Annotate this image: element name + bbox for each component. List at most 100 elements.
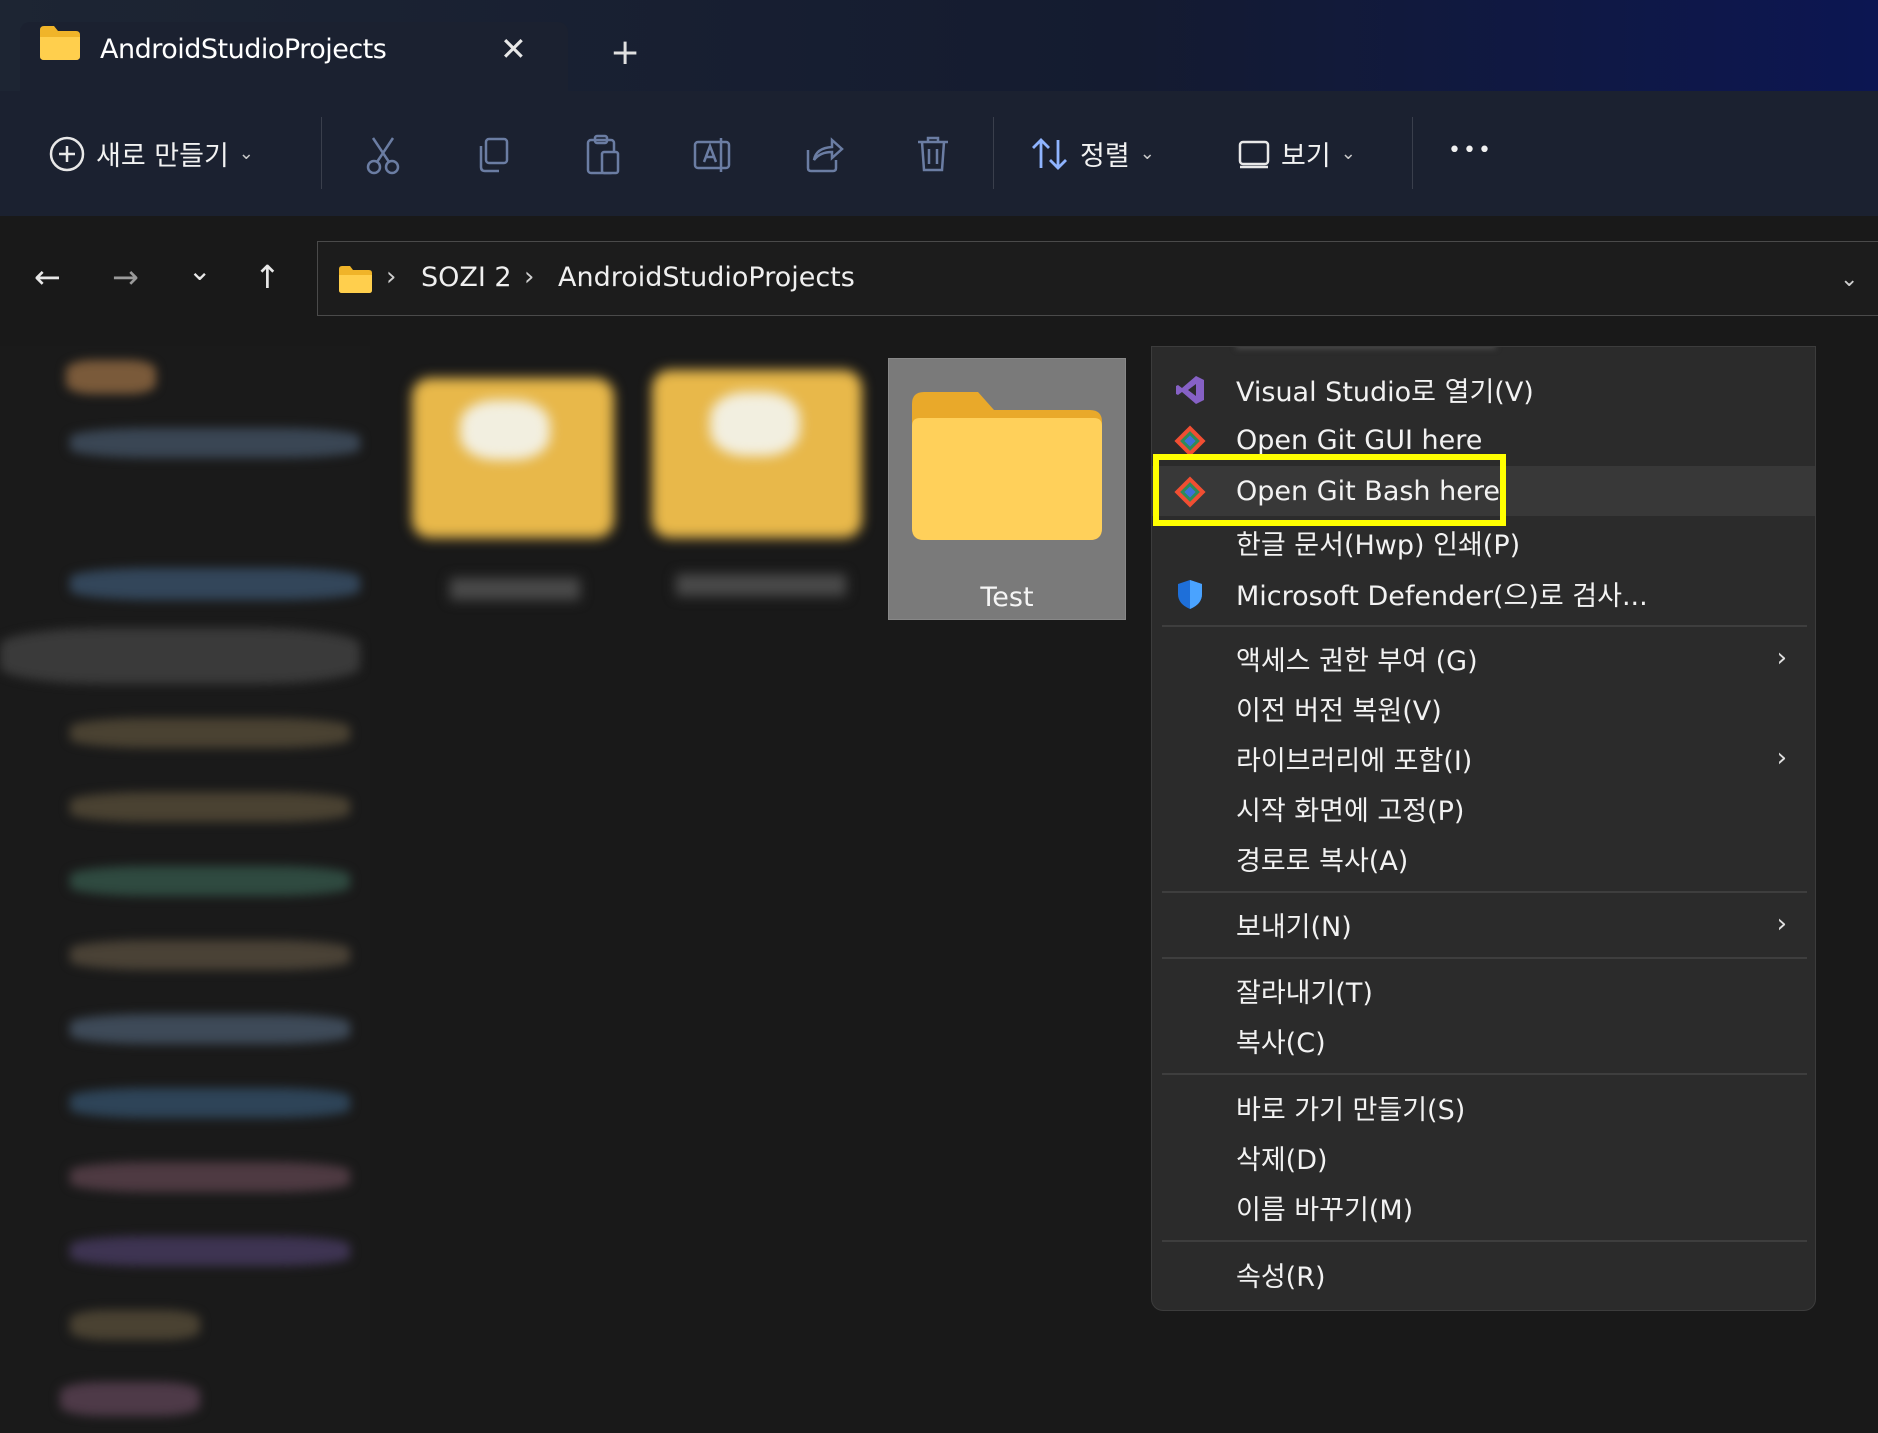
sidebar-item[interactable] bbox=[66, 360, 156, 394]
git-icon bbox=[1174, 425, 1206, 457]
rename-icon[interactable] bbox=[692, 134, 734, 176]
menu-item-include-library[interactable]: 라이브러리에 포함(I) › bbox=[1152, 733, 1815, 783]
sidebar-item[interactable] bbox=[70, 1162, 350, 1192]
share-icon[interactable] bbox=[802, 134, 844, 174]
menu-item-copy[interactable]: 복사(C) bbox=[1152, 1015, 1815, 1065]
menu-item-give-access[interactable]: 액세스 권한 부여 (G) › bbox=[1152, 633, 1815, 683]
menu-separator bbox=[1162, 1073, 1807, 1075]
menu-item-open-git-gui[interactable]: Open Git GUI here bbox=[1152, 415, 1815, 465]
folder-label-obscured bbox=[450, 578, 580, 600]
menu-item-label: 액세스 권한 부여 (G) bbox=[1236, 645, 1478, 677]
breadcrumb-android-studio-projects[interactable]: AndroidStudioProjects bbox=[558, 262, 855, 293]
paste-icon[interactable] bbox=[584, 134, 622, 176]
menu-item-hwp-print[interactable]: 한글 문서(Hwp) 인쇄(P) bbox=[1152, 517, 1815, 567]
menu-item-properties[interactable]: 속성(R) bbox=[1152, 1249, 1815, 1299]
plus-circle-icon bbox=[49, 136, 85, 171]
more-options-icon[interactable]: ••• bbox=[1448, 138, 1493, 163]
menu-item-open-git-bash[interactable]: Open Git Bash here bbox=[1152, 466, 1815, 516]
submenu-chevron-icon: › bbox=[1776, 743, 1787, 773]
menu-item-copy-path[interactable]: 경로로 복사(A) bbox=[1152, 833, 1815, 883]
up-icon[interactable]: ↑ bbox=[254, 258, 281, 296]
delete-icon[interactable] bbox=[914, 134, 952, 174]
chevron-down-icon: ⌄ bbox=[238, 143, 254, 164]
folder-icon bbox=[339, 266, 372, 293]
sidebar-item[interactable] bbox=[70, 866, 350, 896]
toolbar-divider bbox=[993, 117, 994, 189]
sidebar-item[interactable] bbox=[70, 1014, 350, 1044]
menu-item-label: 이름 바꾸기(M) bbox=[1236, 1194, 1414, 1226]
toolbar-divider bbox=[1412, 117, 1413, 189]
menu-item-open-visual-studio[interactable]: Visual Studio로 열기(V) bbox=[1152, 364, 1815, 414]
breadcrumb-sozi2[interactable]: SOZI 2 bbox=[421, 262, 512, 293]
forward-icon[interactable]: → bbox=[112, 258, 139, 296]
defender-shield-icon bbox=[1178, 580, 1202, 609]
folder-item-preview bbox=[710, 392, 800, 456]
sort-label: 정렬 bbox=[1080, 141, 1130, 172]
chevron-down-icon: ⌄ bbox=[1139, 143, 1155, 164]
menu-item-label: 이전 버전 복원(V) bbox=[1236, 695, 1442, 727]
menu-item-rename[interactable]: 이름 바꾸기(M) bbox=[1152, 1182, 1815, 1232]
menu-item-create-shortcut[interactable]: 바로 가기 만들기(S) bbox=[1152, 1082, 1815, 1132]
menu-item-label: Microsoft Defender(으)로 검사... bbox=[1236, 580, 1648, 612]
menu-item-label: 보내기(N) bbox=[1236, 911, 1352, 943]
address-bar[interactable] bbox=[317, 241, 1878, 316]
sidebar-item[interactable] bbox=[70, 718, 350, 748]
menu-item-label: 잘라내기(T) bbox=[1236, 977, 1373, 1009]
git-icon bbox=[1174, 476, 1206, 508]
folder-icon bbox=[40, 26, 80, 60]
view-icon bbox=[1238, 140, 1270, 168]
close-tab-icon[interactable]: ✕ bbox=[500, 30, 527, 68]
folder-item-preview bbox=[460, 400, 550, 460]
view-button[interactable]: 보기 ⌄ bbox=[1237, 134, 1356, 173]
sort-button[interactable]: 정렬 ⌄ bbox=[1030, 134, 1155, 173]
sidebar-item[interactable] bbox=[0, 628, 360, 684]
toolbar-divider bbox=[321, 117, 322, 189]
sort-icon bbox=[1032, 137, 1067, 170]
menu-item-label: 한글 문서(Hwp) 인쇄(P) bbox=[1236, 529, 1521, 561]
sidebar-item[interactable] bbox=[70, 1236, 350, 1266]
menu-item-cutoff bbox=[1236, 347, 1496, 349]
menu-item-label: Open Git Bash here bbox=[1236, 475, 1500, 507]
new-button[interactable]: 새로 만들기 ⌄ bbox=[48, 134, 254, 173]
menu-item-label: 바로 가기 만들기(S) bbox=[1236, 1094, 1466, 1126]
visual-studio-icon bbox=[1176, 376, 1204, 404]
back-icon[interactable]: ← bbox=[34, 258, 61, 296]
navigation-pane-items bbox=[0, 346, 370, 1433]
folder-label-test: Test bbox=[980, 582, 1034, 613]
menu-item-pin-start[interactable]: 시작 화면에 고정(P) bbox=[1152, 783, 1815, 833]
context-menu: Visual Studio로 열기(V) Open Git GUI here O… bbox=[1151, 346, 1816, 1311]
breadcrumb-separator: › bbox=[524, 262, 535, 292]
copy-icon[interactable] bbox=[475, 136, 511, 174]
recent-locations-icon[interactable]: ⌄ bbox=[188, 254, 211, 287]
sidebar-item[interactable] bbox=[70, 940, 350, 970]
cut-icon[interactable] bbox=[363, 134, 403, 176]
menu-item-send-to[interactable]: 보내기(N) › bbox=[1152, 899, 1815, 949]
sidebar-item[interactable] bbox=[70, 1310, 200, 1340]
folder-label-obscured bbox=[676, 574, 846, 596]
new-label: 새로 만들기 bbox=[96, 141, 229, 172]
menu-separator bbox=[1162, 1240, 1807, 1242]
menu-item-label: 시작 화면에 고정(P) bbox=[1236, 795, 1465, 827]
menu-item-delete[interactable]: 삭제(D) bbox=[1152, 1132, 1815, 1182]
chevron-down-icon: ⌄ bbox=[1340, 143, 1356, 164]
address-dropdown-icon[interactable]: ⌄ bbox=[1840, 267, 1878, 292]
sidebar-item[interactable] bbox=[70, 428, 360, 458]
submenu-chevron-icon: › bbox=[1776, 909, 1787, 939]
sidebar-item[interactable] bbox=[70, 792, 350, 822]
view-label: 보기 bbox=[1281, 141, 1331, 172]
tab-title: AndroidStudioProjects bbox=[100, 34, 387, 65]
sidebar-item[interactable] bbox=[60, 1382, 200, 1416]
sidebar-item[interactable] bbox=[70, 568, 360, 600]
menu-item-label: 삭제(D) bbox=[1236, 1144, 1328, 1176]
menu-separator bbox=[1162, 891, 1807, 893]
menu-item-label: 라이브러리에 포함(I) bbox=[1236, 745, 1473, 777]
menu-item-cut[interactable]: 잘라내기(T) bbox=[1152, 965, 1815, 1015]
menu-item-defender-scan[interactable]: Microsoft Defender(으)로 검사... bbox=[1152, 568, 1815, 618]
menu-item-restore-previous[interactable]: 이전 버전 복원(V) bbox=[1152, 683, 1815, 733]
sidebar-item[interactable] bbox=[70, 1088, 350, 1118]
menu-item-label: 속성(R) bbox=[1236, 1261, 1326, 1293]
menu-item-label: Visual Studio로 열기(V) bbox=[1236, 376, 1534, 408]
menu-item-label: Open Git GUI here bbox=[1236, 424, 1483, 456]
new-tab-icon[interactable]: + bbox=[610, 32, 640, 73]
breadcrumb-separator: › bbox=[386, 262, 397, 292]
